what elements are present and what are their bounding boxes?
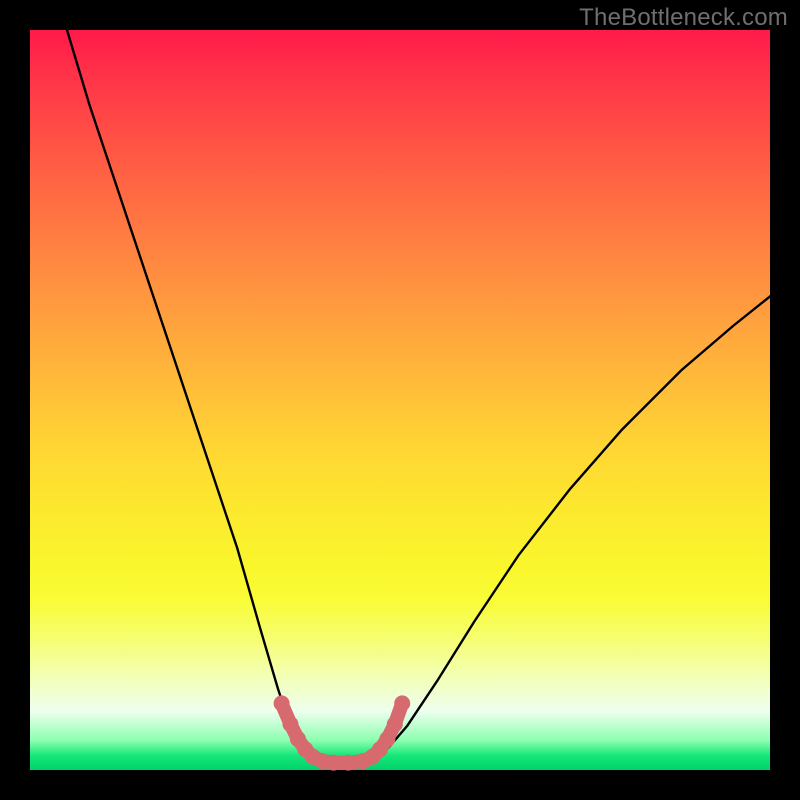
right-curve [385,296,770,751]
watermark-text: TheBottleneck.com [579,4,788,32]
bottleneck-dot [379,731,395,747]
bottleneck-dot [282,716,298,732]
chart-frame: TheBottleneck.com [0,0,800,800]
left-curve [67,30,304,752]
bottleneck-dots [274,695,411,770]
curve-layer [30,30,770,770]
bottleneck-dot [274,695,290,711]
bottleneck-dot [325,755,341,771]
bottleneck-dot [340,755,356,771]
bottleneck-dot [394,695,410,711]
bottleneck-dot [387,716,403,732]
